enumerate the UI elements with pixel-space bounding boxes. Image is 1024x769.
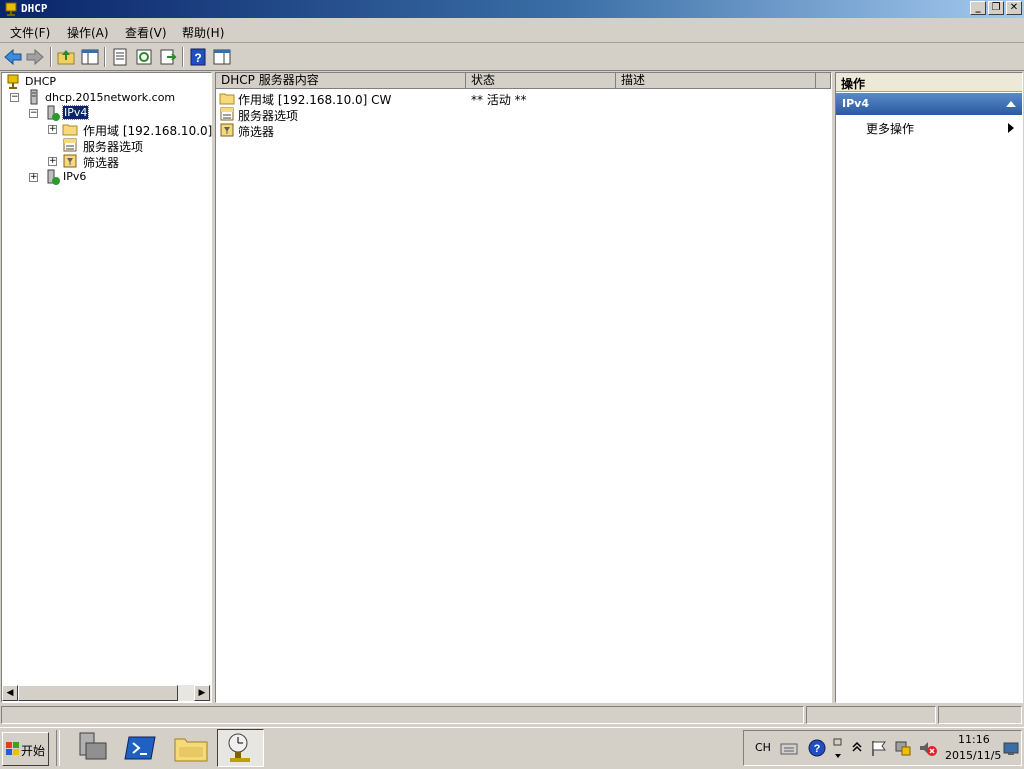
console-tree: DHCP − dhcp.2015network.com − IPv4 + 作用域… xyxy=(1,72,212,703)
actions-section-ipv4[interactable]: IPv4 xyxy=(836,93,1022,115)
toolbar: ? xyxy=(0,44,1024,71)
menu-action[interactable]: 操作(A) xyxy=(67,24,109,41)
column-header-status[interactable]: 状态 xyxy=(466,73,616,89)
help-icon[interactable]: ? xyxy=(808,739,826,757)
folder-icon xyxy=(219,93,235,105)
export-icon[interactable] xyxy=(158,47,178,67)
filter-icon xyxy=(220,123,234,137)
dhcp-icon xyxy=(5,2,17,16)
properties-icon[interactable] xyxy=(110,47,130,67)
folder-icon xyxy=(62,124,78,136)
collapse-server-toggle[interactable]: − xyxy=(10,93,19,102)
show-desktop-icon[interactable] xyxy=(1003,742,1019,756)
show-action-pane-icon[interactable] xyxy=(212,47,232,67)
tray-options-icon[interactable] xyxy=(833,737,843,759)
powershell-icon[interactable] xyxy=(121,729,161,767)
start-button[interactable]: 开始 xyxy=(2,732,49,766)
network-icon[interactable] xyxy=(894,739,912,757)
menu-view[interactable]: 查看(V) xyxy=(125,24,167,41)
minimize-button[interactable]: _ xyxy=(970,1,986,15)
menu-file[interactable]: 文件(F) xyxy=(10,24,50,41)
server-options-icon xyxy=(220,107,234,121)
scroll-thumb[interactable] xyxy=(18,685,178,701)
list-row[interactable]: 服务器选项 xyxy=(219,106,819,123)
start-label: 开始 xyxy=(21,744,46,758)
taskbar-dhcp-active[interactable] xyxy=(217,729,264,767)
more-actions-label: 更多操作 xyxy=(866,122,915,136)
column-header-name[interactable]: DHCP 服务器内容 xyxy=(216,73,466,89)
system-tray: CH ? 11:16 2015/11/5 xyxy=(743,730,1022,766)
dhcp-icon xyxy=(228,733,250,762)
actions-pane: 操作 IPv4 更多操作 xyxy=(835,72,1023,703)
submenu-arrow-icon xyxy=(1008,123,1014,133)
server-icon xyxy=(30,89,38,105)
tree-server[interactable]: dhcp.2015network.com xyxy=(45,91,175,104)
clock-date[interactable]: 2015/11/5 xyxy=(945,749,1001,762)
collapse-ipv4-toggle[interactable]: − xyxy=(29,109,38,118)
taskbar: 开始 CH ? 11:16 2015/11/5 xyxy=(0,727,1024,769)
expand-ipv6-toggle[interactable]: + xyxy=(29,173,38,182)
list-row[interactable]: 作用域 [192.168.10.0] CW ** 活动 ** xyxy=(219,90,819,107)
tree-server-options[interactable]: 服务器选项 xyxy=(83,138,143,155)
volume-muted-icon[interactable] xyxy=(918,739,938,757)
tree-root-dhcp[interactable]: DHCP xyxy=(25,75,56,88)
close-button[interactable]: ✕ xyxy=(1006,1,1022,15)
dhcp-icon xyxy=(7,74,19,89)
keyboard-icon[interactable] xyxy=(780,740,798,756)
expand-filters-toggle[interactable]: + xyxy=(48,157,57,166)
menu-bar: 文件(F) 操作(A) 查看(V) 帮助(H) xyxy=(0,20,1024,43)
windows-logo-icon xyxy=(6,742,19,755)
scroll-right-button[interactable]: ▶ xyxy=(194,685,210,701)
tree-ipv6[interactable]: IPv6 xyxy=(63,170,86,183)
row-name: 筛选器 xyxy=(238,125,275,139)
actions-section-title: IPv4 xyxy=(842,97,869,110)
list-row[interactable]: 筛选器 xyxy=(219,122,819,139)
more-actions-item[interactable]: 更多操作 xyxy=(836,118,1022,138)
window-title: DHCP xyxy=(21,2,48,15)
explorer-icon[interactable] xyxy=(171,729,211,767)
results-list: DHCP 服务器内容 状态 描述 作用域 [192.168.10.0] CW *… xyxy=(215,72,832,703)
svg-text:?: ? xyxy=(194,51,201,65)
forward-arrow-icon[interactable] xyxy=(25,47,45,67)
clock-time[interactable]: 11:16 xyxy=(958,733,990,746)
column-header-description[interactable]: 描述 xyxy=(616,73,816,89)
show-hide-tree-icon[interactable] xyxy=(80,47,100,67)
menu-help[interactable]: 帮助(H) xyxy=(182,24,224,41)
actions-header: 操作 xyxy=(841,77,866,91)
back-arrow-icon[interactable] xyxy=(3,47,23,67)
show-hidden-icons-icon[interactable] xyxy=(852,741,862,753)
tree-filters[interactable]: 筛选器 xyxy=(83,154,119,171)
scroll-left-button[interactable]: ◀ xyxy=(2,685,18,701)
help-icon[interactable]: ? xyxy=(188,47,208,67)
restore-button[interactable]: ❐ xyxy=(988,1,1004,15)
tree-horizontal-scrollbar[interactable]: ◀ ▶ xyxy=(2,685,211,701)
collapse-section-icon[interactable] xyxy=(1006,100,1016,108)
svg-text:?: ? xyxy=(814,743,821,755)
status-bar xyxy=(0,705,1024,725)
refresh-icon[interactable] xyxy=(134,47,154,67)
up-folder-icon[interactable] xyxy=(56,47,76,67)
language-indicator[interactable]: CH xyxy=(755,741,771,754)
title-bar[interactable]: DHCP _ ❐ ✕ xyxy=(0,0,1024,18)
ipv6-server-icon xyxy=(47,169,60,185)
expand-scope-toggle[interactable]: + xyxy=(48,125,57,134)
server-options-icon xyxy=(63,138,77,152)
filter-icon xyxy=(63,154,77,168)
action-center-flag-icon[interactable] xyxy=(870,739,888,757)
ipv4-server-icon xyxy=(47,105,60,121)
server-manager-icon[interactable] xyxy=(72,729,112,767)
tree-scope[interactable]: 作用域 [192.168.10.0] xyxy=(83,122,212,139)
tree-ipv4[interactable]: IPv4 xyxy=(61,105,90,120)
